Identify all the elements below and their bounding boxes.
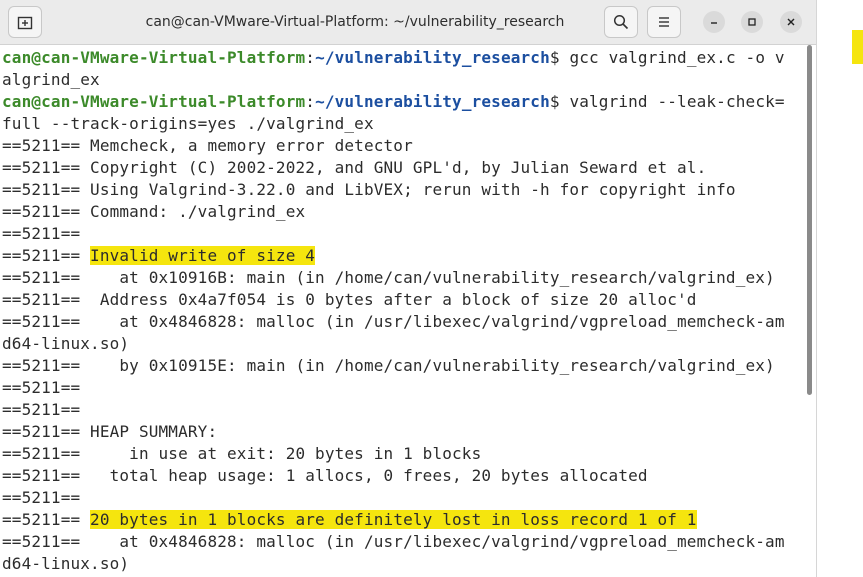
terminal-line: ==5211== at 0x4846828: malloc (in /usr/l… <box>2 312 785 331</box>
terminal-line: ==5211== by 0x10915E: main (in /home/can… <box>2 356 775 375</box>
close-icon <box>787 18 795 26</box>
new-tab-icon <box>17 16 33 30</box>
search-icon <box>613 14 629 30</box>
terminal-line: ==5211== <box>2 488 81 507</box>
terminal-line: ==5211== HEAP SUMMARY: <box>2 422 218 441</box>
new-tab-button[interactable] <box>8 6 42 38</box>
terminal-line: ==5211== Copyright (C) 2002-2022, and GN… <box>2 158 707 177</box>
menu-button[interactable] <box>647 6 681 38</box>
terminal-output[interactable]: can@can-VMware-Virtual-Platform:~/vulner… <box>0 45 806 577</box>
terminal-line: ==5211== Memcheck, a memory error detect… <box>2 136 413 155</box>
terminal-line: ==5211== at 0x4846828: malloc (in /usr/l… <box>2 532 785 551</box>
terminal-line: ==5211== 20 bytes in 1 blocks are defini… <box>2 509 697 531</box>
terminal-line: d64-linux.so) <box>2 334 130 353</box>
terminal-line: ==5211== <box>2 400 81 419</box>
prompt-separator: : <box>305 92 316 111</box>
title-bar: can@can-VMware-Virtual-Platform: ~/vulne… <box>0 0 816 45</box>
highlighted-leak: 20 bytes in 1 blocks are definitely lost… <box>90 510 697 529</box>
window-title: can@can-VMware-Virtual-Platform: ~/vulne… <box>145 14 565 30</box>
terminal-line: ==5211== total heap usage: 1 allocs, 0 f… <box>2 466 648 485</box>
close-button[interactable] <box>780 11 802 33</box>
vertical-scrollbar[interactable] <box>806 45 816 577</box>
prompt-path: ~/vulnerability_research <box>315 92 550 111</box>
prompt-user: can@can-VMware-Virtual-Platform <box>2 92 306 111</box>
terminal-line: ==5211== Command: ./valgrind_ex <box>2 202 306 221</box>
prompt-command: $ valgrind --leak-check= <box>549 92 785 111</box>
minimize-icon <box>711 22 717 24</box>
scrollbar-thumb[interactable] <box>807 45 812 395</box>
maximize-button[interactable] <box>741 11 763 33</box>
terminal-line: algrind_ex <box>2 70 100 89</box>
prompt-path: ~/vulnerability_research <box>315 48 550 67</box>
terminal-line: full --track-origins=yes ./valgrind_ex <box>2 114 374 133</box>
terminal-line: ==5211== <box>2 224 81 243</box>
prompt-user: can@can-VMware-Virtual-Platform <box>2 48 306 67</box>
prompt-separator: : <box>305 48 316 67</box>
search-button[interactable] <box>604 6 638 38</box>
maximize-icon <box>748 18 756 26</box>
terminal-line: ==5211== at 0x10916B: main (in /home/can… <box>2 268 775 287</box>
highlighted-error: Invalid write of size 4 <box>90 246 316 265</box>
highlight-mark <box>852 30 863 64</box>
terminal-line: d64-linux.so) <box>2 554 130 573</box>
terminal-window: can@can-VMware-Virtual-Platform: ~/vulne… <box>0 0 817 577</box>
terminal-line: ==5211== Address 0x4a7f054 is 0 bytes af… <box>2 290 697 309</box>
hamburger-menu-icon <box>659 17 669 27</box>
terminal-line: ==5211== in use at exit: 20 bytes in 1 b… <box>2 444 482 463</box>
terminal-line: ==5211== Using Valgrind-3.22.0 and LibVE… <box>2 180 736 199</box>
line-prefix: ==5211== <box>2 510 91 529</box>
prompt-command: $ gcc valgrind_ex.c -o v <box>549 48 785 67</box>
minimize-button[interactable] <box>703 11 725 33</box>
line-prefix: ==5211== <box>2 246 91 265</box>
terminal-line: ==5211== Invalid write of size 4 <box>2 245 316 267</box>
terminal-line: ==5211== <box>2 378 81 397</box>
terminal-line: can@can-VMware-Virtual-Platform:~/vulner… <box>2 47 785 69</box>
terminal-line: can@can-VMware-Virtual-Platform:~/vulner… <box>2 91 785 113</box>
